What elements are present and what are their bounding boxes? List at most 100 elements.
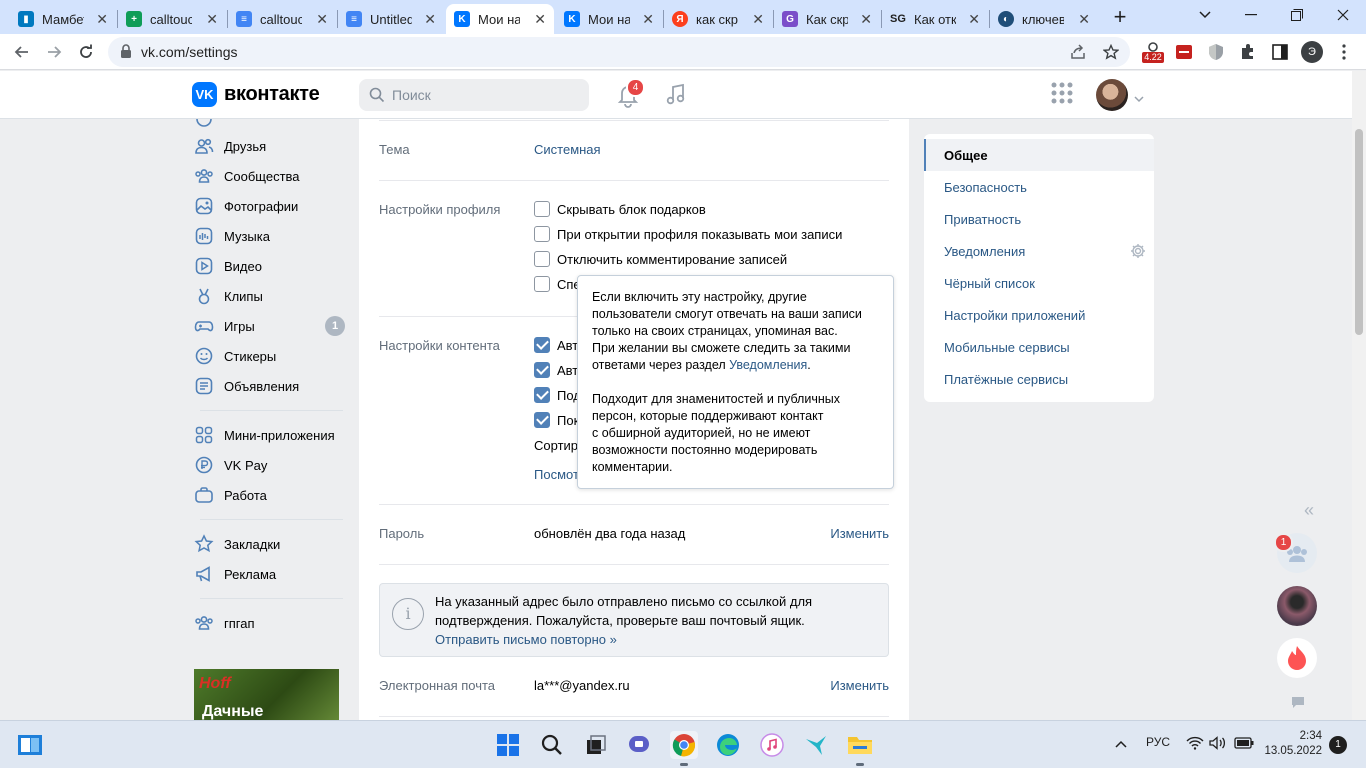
search-icon[interactable]	[538, 731, 566, 759]
extensions-puzzle-icon[interactable]	[1238, 41, 1258, 63]
checkbox-box[interactable]	[534, 201, 550, 217]
checkbox-content-1[interactable]: Авт	[534, 336, 578, 354]
checkbox-box[interactable]	[534, 412, 550, 428]
system-clock[interactable]: 2:34 13.05.2022	[1262, 729, 1322, 759]
nav-item-vk-pay[interactable]: VK Pay	[192, 451, 347, 479]
contact-avatar[interactable]	[1277, 586, 1317, 626]
change-email-link[interactable]: Изменить	[830, 678, 889, 693]
menu-item-notifications[interactable]: Уведомления	[924, 235, 1154, 267]
reload-button[interactable]	[74, 40, 98, 64]
tray-chevron-up-icon[interactable]	[1114, 737, 1128, 752]
nav-item-cut[interactable]	[192, 119, 347, 133]
view-link[interactable]: Посмот	[534, 467, 579, 482]
close-window-button[interactable]	[1320, 0, 1366, 30]
nav-item-advertising[interactable]: Реклама	[192, 560, 347, 588]
file-explorer-icon[interactable]	[846, 731, 874, 766]
menu-item-payment-services[interactable]: Платёжные сервисы	[924, 363, 1154, 395]
user-avatar[interactable]	[1096, 79, 1128, 111]
menu-item-security[interactable]: Безопасность	[924, 171, 1154, 203]
search-input[interactable]	[392, 85, 582, 105]
tooltip-notifications-link[interactable]: Уведомления	[729, 358, 807, 372]
browser-tab[interactable]: ▮ Мамбет ✕	[10, 4, 116, 34]
new-tab-button[interactable]: +	[1108, 4, 1132, 30]
checkbox-box[interactable]	[534, 226, 550, 242]
close-icon[interactable]: ✕	[968, 11, 980, 28]
menu-item-app-settings[interactable]: Настройки приложений	[924, 299, 1154, 331]
checkbox-box[interactable]	[534, 337, 550, 353]
menu-item-general[interactable]: Общее	[924, 139, 1154, 171]
tinder-app-avatar[interactable]	[1277, 638, 1317, 678]
browser-menu-icon[interactable]	[1334, 41, 1354, 63]
menu-item-blacklist[interactable]: Чёрный список	[924, 267, 1154, 299]
checkbox-content-2[interactable]: Авт	[534, 361, 578, 379]
nav-item-photos[interactable]: Фотографии	[192, 192, 347, 220]
nav-item-ads[interactable]: Объявления	[192, 372, 347, 400]
checkbox-box[interactable]	[534, 276, 550, 292]
address-bar[interactable]: vk.com/settings	[108, 37, 1130, 67]
battery-icon[interactable]	[1234, 737, 1254, 752]
extension-red-icon[interactable]	[1174, 41, 1194, 63]
page-scrollbar[interactable]	[1352, 71, 1366, 720]
profile-avatar-icon[interactable]: Э	[1300, 41, 1324, 63]
task-view-icon[interactable]	[582, 731, 610, 759]
wifi-icon[interactable]	[1186, 736, 1204, 753]
browser-tab[interactable]: ◐ ключев ✕	[990, 4, 1098, 34]
browser-tab[interactable]: + calltouch ✕	[118, 4, 226, 34]
browser-tab[interactable]: G Как скр ✕	[774, 4, 880, 34]
nav-item-work[interactable]: Работа	[192, 481, 347, 509]
bookmark-star-icon[interactable]	[1101, 42, 1121, 62]
profile-chevron-down-icon[interactable]	[1134, 91, 1144, 106]
share-icon[interactable]	[1068, 42, 1088, 62]
keyboard-language-indicator[interactable]: РУС	[1146, 735, 1170, 749]
back-button[interactable]	[10, 40, 34, 64]
nav-item-group[interactable]: гпгап	[192, 609, 347, 637]
checkbox-box[interactable]	[534, 362, 550, 378]
chrome-app-icon[interactable]	[670, 731, 698, 766]
music-player-icon[interactable]	[662, 81, 690, 109]
nav-item-video[interactable]: Видео	[192, 252, 347, 280]
theme-value-link[interactable]: Системная	[534, 142, 601, 157]
browser-tab[interactable]: Я как скр ✕	[664, 4, 772, 34]
menu-item-privacy[interactable]: Приватность	[924, 203, 1154, 235]
close-icon[interactable]: ✕	[424, 11, 436, 28]
shield-icon[interactable]	[1206, 41, 1226, 63]
close-icon[interactable]: ✕	[534, 11, 546, 28]
close-icon[interactable]: ✕	[96, 11, 108, 28]
close-icon[interactable]: ✕	[642, 11, 654, 28]
ad-banner-image[interactable]: Hoff Дачные	[194, 669, 339, 720]
side-panel-icon[interactable]	[1270, 41, 1290, 63]
itunes-app-icon[interactable]	[758, 731, 786, 759]
teams-chat-icon[interactable]	[626, 731, 654, 759]
bird-app-icon[interactable]	[802, 731, 830, 759]
edge-app-icon[interactable]	[714, 731, 742, 759]
close-icon[interactable]: ✕	[860, 11, 872, 28]
notification-center-badge[interactable]: 1	[1329, 736, 1347, 754]
checkbox-special[interactable]: Спе	[534, 275, 581, 293]
start-menu-icon[interactable]	[494, 731, 522, 759]
checkbox-hide-gifts[interactable]: Скрывать блок подарков	[534, 200, 706, 218]
minimize-button[interactable]	[1228, 0, 1274, 30]
close-icon[interactable]: ✕	[316, 11, 328, 28]
checkbox-content-3[interactable]: Под	[534, 386, 581, 404]
nav-item-clips[interactable]: Клипы	[192, 282, 347, 310]
nav-item-mini-apps[interactable]: Мини-приложения	[192, 421, 347, 449]
chat-bubble-icon[interactable]	[1290, 695, 1306, 712]
browser-tab[interactable]: ≡ calltouch ✕	[228, 4, 336, 34]
nav-item-bookmarks[interactable]: Закладки	[192, 530, 347, 558]
nav-item-games[interactable]: Игры 1	[192, 312, 347, 340]
close-icon[interactable]: ✕	[1078, 11, 1090, 28]
speaker-volume-icon[interactable]	[1209, 736, 1227, 753]
vk-brand-name[interactable]: вконтакте	[224, 83, 320, 106]
nav-item-friends[interactable]: Друзья	[192, 132, 347, 160]
nav-item-stickers[interactable]: Стикеры	[192, 342, 347, 370]
change-password-link[interactable]: Изменить	[830, 526, 889, 541]
vk-logo-icon[interactable]: VK	[192, 82, 217, 107]
gear-icon[interactable]	[1130, 243, 1146, 262]
scrollbar-thumb[interactable]	[1355, 129, 1363, 335]
checkbox-disable-comments[interactable]: Отключить комментирование записей	[534, 250, 787, 268]
restore-button[interactable]	[1274, 0, 1320, 30]
menu-item-mobile-services[interactable]: Мобильные сервисы	[924, 331, 1154, 363]
browser-tab[interactable]: ≡ Untitled ✕	[338, 4, 444, 34]
collapse-chevron-icon[interactable]: «	[1304, 500, 1314, 521]
nav-item-communities[interactable]: Сообщества	[192, 162, 347, 190]
